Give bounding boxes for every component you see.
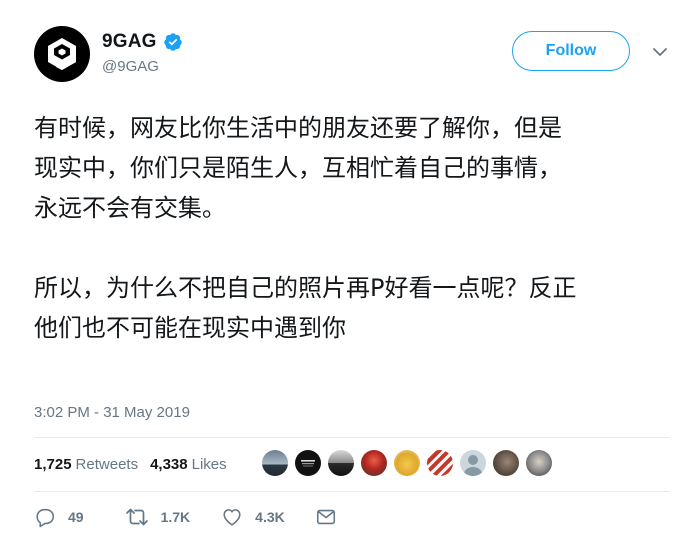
user-name-row[interactable]: 9GAG (102, 31, 183, 53)
retweet-count: 1.7K (160, 509, 191, 525)
verified-badge-icon (163, 32, 183, 52)
liker-avatar[interactable] (427, 450, 453, 476)
liker-avatar[interactable] (493, 450, 519, 476)
liker-avatar[interactable] (295, 450, 321, 476)
tweet-timestamp[interactable]: 3:02 PM - 31 May 2019 (34, 404, 190, 421)
follow-button[interactable]: Follow (512, 31, 630, 71)
likes-label[interactable]: Likes (192, 456, 227, 473)
liker-avatar[interactable] (394, 450, 420, 476)
9gag-logo-icon (48, 38, 76, 70)
envelope-icon (315, 506, 337, 528)
chevron-down-icon[interactable] (652, 46, 668, 58)
retweet-icon (125, 506, 149, 528)
liker-avatar[interactable] (328, 450, 354, 476)
user-handle[interactable]: @9GAG (102, 58, 159, 75)
liker-avatars (262, 450, 559, 476)
like-count: 4.3K (255, 509, 285, 525)
tweet-card: 9GAG @9GAG Follow 有时候，网友比你生活中的朋友还要了解你，但是… (0, 0, 690, 547)
retweets-count[interactable]: 1,725 (34, 456, 72, 473)
retweets-label[interactable]: Retweets (76, 456, 139, 473)
divider (34, 491, 670, 492)
reply-count: 49 (68, 509, 84, 525)
liker-avatar[interactable] (262, 450, 288, 476)
reply-button[interactable]: 49 (34, 506, 84, 528)
retweet-button[interactable]: 1.7K (125, 506, 191, 528)
liker-avatar[interactable] (460, 450, 486, 476)
tweet-actions: 49 1.7K 4.3K (34, 506, 337, 528)
divider (34, 437, 670, 438)
like-button[interactable]: 4.3K (221, 506, 285, 528)
liker-avatar[interactable] (361, 450, 387, 476)
heart-icon (221, 506, 243, 528)
tweet-text: 有时候，网友比你生活中的朋友还要了解你，但是 现实中，你们只是陌生人，互相忙着自… (34, 108, 674, 348)
liker-avatar[interactable] (526, 450, 552, 476)
tweet-stats: 1,725 Retweets 4,338 Likes (34, 456, 227, 473)
avatar[interactable] (34, 26, 90, 82)
direct-message-button[interactable] (315, 506, 337, 528)
tweet-paragraph: 所以，为什么不把自己的照片再P好看一点呢？反正 他们也不可能在现实中遇到你 (34, 274, 577, 342)
likes-count[interactable]: 4,338 (150, 456, 188, 473)
user-name[interactable]: 9GAG (102, 31, 157, 53)
reply-icon (34, 506, 56, 528)
tweet-paragraph: 有时候，网友比你生活中的朋友还要了解你，但是 现实中，你们只是陌生人，互相忙着自… (34, 114, 562, 222)
